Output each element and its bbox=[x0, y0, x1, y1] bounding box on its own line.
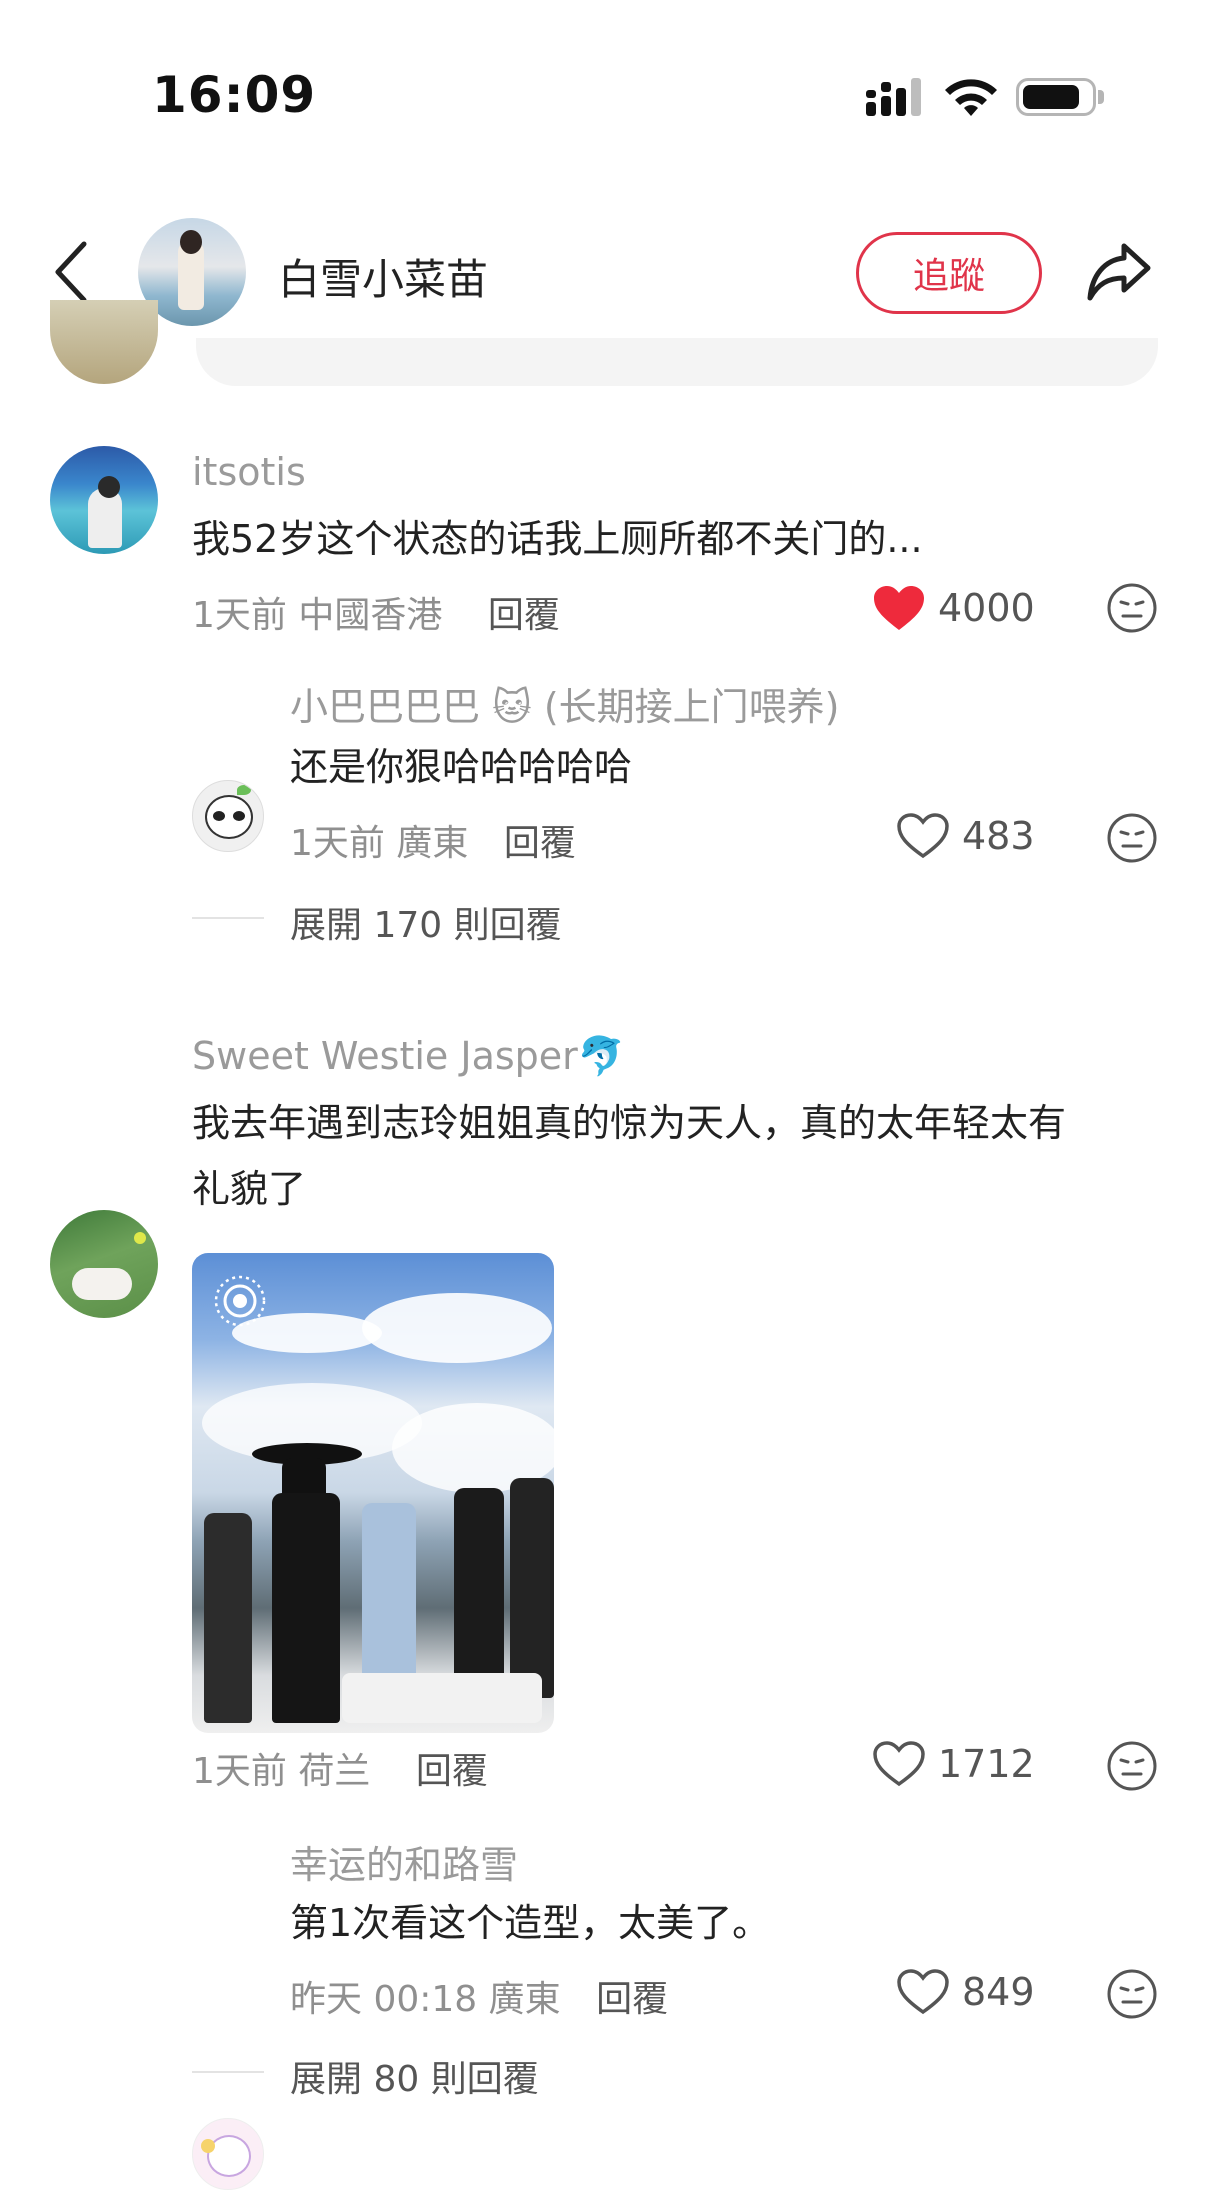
comment-location: 中國香港 bbox=[298, 595, 443, 636]
dislike-face-icon[interactable] bbox=[1106, 812, 1158, 868]
reply-meta: 昨天 00:18 廣東 回覆 bbox=[290, 1970, 668, 2022]
reply-username-text: 小巴巴巴巴 bbox=[290, 685, 481, 729]
like-button[interactable]: 483 bbox=[896, 812, 1035, 860]
reply-button[interactable]: 回覆 bbox=[504, 823, 576, 864]
status-time: 16:09 bbox=[152, 66, 317, 124]
live-photo-icon bbox=[212, 1273, 268, 1333]
heart-icon bbox=[897, 1969, 949, 2015]
like-count: 4000 bbox=[938, 586, 1035, 630]
reply-location: 廣東 bbox=[488, 1979, 561, 2020]
page-title[interactable]: 白雪小菜苗 bbox=[278, 246, 488, 307]
dislike-face-icon[interactable] bbox=[1106, 1740, 1158, 1796]
avatar[interactable] bbox=[50, 446, 158, 554]
expand-divider bbox=[192, 2071, 264, 2073]
avatar[interactable] bbox=[192, 780, 264, 852]
expand-replies-button[interactable]: 展開 80 則回覆 bbox=[290, 2050, 539, 2102]
comment-text-line: 礼貌了 bbox=[192, 1167, 307, 1211]
reply-text: 第1次看这个造型，太美了。 bbox=[290, 1901, 771, 1945]
reply-username[interactable]: 幸运的和路雪 bbox=[290, 1834, 518, 1889]
comment-bubble bbox=[196, 338, 1158, 386]
comment-username[interactable]: itsotis bbox=[192, 450, 306, 494]
reply-text: 还是你狠哈哈哈哈哈 bbox=[290, 745, 633, 789]
reply-time: 1天前 bbox=[290, 823, 385, 864]
reply-button[interactable]: 回覆 bbox=[488, 595, 560, 636]
comment-time: 1天前 bbox=[192, 595, 287, 636]
avatar[interactable] bbox=[192, 2118, 264, 2190]
reply-username[interactable]: 小巴巴巴巴 🐱 (长期接上门喂养) bbox=[290, 676, 839, 731]
avatar[interactable] bbox=[50, 1210, 158, 1318]
comment-image[interactable] bbox=[192, 1253, 554, 1733]
reply-button[interactable]: 回覆 bbox=[596, 1979, 668, 2020]
heart-icon bbox=[874, 586, 924, 630]
wifi-icon bbox=[942, 76, 1000, 124]
comment-text: 我52岁这个状态的话我上厕所都不关门的... bbox=[192, 517, 923, 561]
like-count: 483 bbox=[962, 814, 1035, 858]
avatar[interactable] bbox=[50, 300, 158, 384]
comment-time: 1天前 bbox=[192, 1751, 287, 1792]
reply-button[interactable]: 回覆 bbox=[416, 1751, 488, 1792]
like-count: 849 bbox=[962, 1970, 1035, 2014]
reply-time: 昨天 00:18 bbox=[290, 1979, 478, 2020]
comment-location: 荷兰 bbox=[298, 1751, 371, 1792]
heart-icon bbox=[873, 1741, 925, 1787]
signal-icon bbox=[866, 76, 930, 124]
username-emoji: 🐱 bbox=[492, 685, 532, 729]
heart-icon bbox=[897, 813, 949, 859]
expand-replies-button[interactable]: 展開 170 則回覆 bbox=[290, 896, 562, 948]
battery-tip bbox=[1098, 90, 1104, 104]
battery-icon bbox=[1016, 78, 1096, 116]
comment-meta: 1天前 中國香港 回覆 bbox=[192, 586, 560, 638]
expand-divider bbox=[192, 917, 264, 919]
dislike-face-icon[interactable] bbox=[1106, 582, 1158, 638]
like-button[interactable]: 4000 bbox=[872, 584, 1035, 632]
comment-text-line: 我去年遇到志玲姐姐真的惊为天人，真的太年轻太有 bbox=[192, 1101, 1067, 1145]
like-button[interactable]: 1712 bbox=[872, 1740, 1035, 1788]
follow-button[interactable]: 追蹤 bbox=[856, 232, 1042, 314]
reply-location: 廣東 bbox=[396, 823, 469, 864]
like-button[interactable]: 849 bbox=[896, 1968, 1035, 2016]
username-suffix: (长期接上门喂养) bbox=[543, 685, 840, 729]
share-icon[interactable] bbox=[1084, 240, 1154, 308]
reply-meta: 1天前 廣東 回覆 bbox=[290, 814, 576, 866]
comment-username[interactable]: Sweet Westie Jasper🐬 bbox=[192, 1034, 625, 1079]
username-emoji: 🐬 bbox=[577, 1034, 626, 1078]
comment-username-text: Sweet Westie Jasper bbox=[192, 1034, 578, 1078]
dislike-face-icon[interactable] bbox=[1106, 1968, 1158, 2024]
comment-meta: 1天前 荷兰 回覆 bbox=[192, 1742, 488, 1794]
like-count: 1712 bbox=[938, 1742, 1035, 1786]
